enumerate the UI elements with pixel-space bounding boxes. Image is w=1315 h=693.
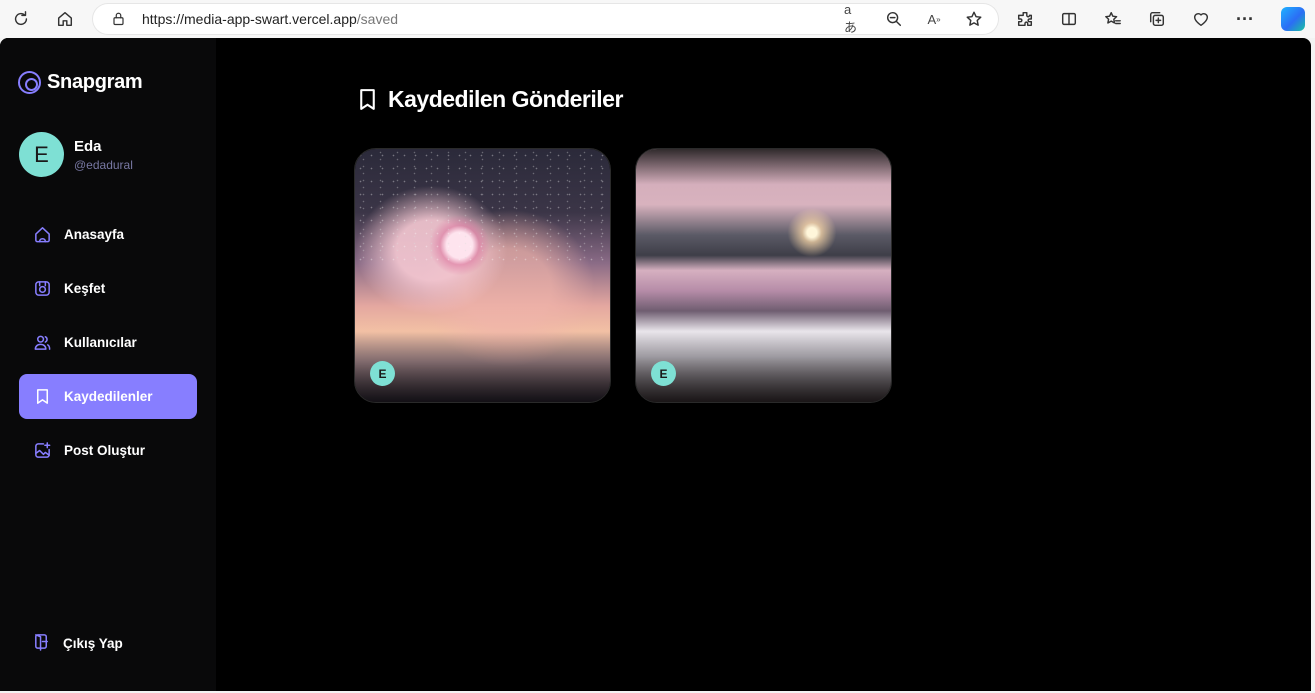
zoom-out-icon[interactable] [884,9,904,29]
snapgram-logo-icon [18,71,41,94]
address-bar[interactable]: https://media-app-swart.vercel.app/saved… [93,2,998,35]
lock-icon [111,11,126,31]
split-screen-icon[interactable] [1058,8,1080,30]
sidebar-item-kaydedilenler[interactable]: Kaydedilenler [19,374,197,419]
main-content: Kaydedilen Gönderiler E E [216,38,1311,691]
sidebar-item-label: Anasayfa [64,227,125,242]
profile-handle: @edadural [74,157,133,172]
app-name: Snapgram [47,71,143,93]
sidebar-item-kullanicilar[interactable]: Kullanıcılar [19,320,197,365]
profile-name: Eda [74,137,102,155]
logout-icon [32,632,51,656]
saved-post-card[interactable]: E [635,148,892,403]
more-options-icon[interactable]: ··· [1234,8,1256,30]
sidebar-item-label: Kaydedilenler [64,389,153,404]
app-logo[interactable]: Snapgram [18,71,143,94]
favorites-icon[interactable] [1102,8,1124,30]
sidebar-item-label: Keşfet [64,281,106,296]
saved-post-card[interactable]: E [354,148,611,403]
sidebar-menu: Anasayfa Keşfet Kullanıcılar Kaydedilenl… [19,212,197,482]
page-header: Kaydedilen Gönderiler [355,86,623,113]
sidebar-item-anasayfa[interactable]: Anasayfa [19,212,197,257]
saved-posts-grid: E E [354,148,892,403]
translate-icon[interactable]: aあ [844,2,864,35]
avatar[interactable]: E [19,132,64,177]
sidebar-item-post-olustur[interactable]: Post Oluştur [19,428,197,473]
left-sidebar: Snapgram E Eda @edadural Anasayfa Keşfet… [0,38,216,691]
favorite-star-icon[interactable] [964,9,984,29]
page-title: Kaydedilen Gönderiler [388,86,623,112]
copilot-icon[interactable] [1281,7,1305,31]
sidebar-item-label: Post Oluştur [64,443,146,458]
read-aloud-icon[interactable]: A» [924,9,944,29]
collections-icon[interactable] [1146,8,1168,30]
sidebar-item-kesfet[interactable]: Keşfet [19,266,197,311]
extensions-icon[interactable] [1014,8,1036,30]
refresh-icon[interactable] [10,8,32,30]
logout-button[interactable]: Çıkış Yap [19,621,197,666]
profile-card[interactable]: E Eda @edadural [19,132,133,177]
sidebar-item-label: Kullanıcılar [64,335,137,350]
users-icon [32,333,52,353]
bookmark-title-icon [360,89,375,110]
browser-essentials-icon[interactable] [1190,8,1212,30]
app-window: Snapgram E Eda @edadural Anasayfa Keşfet… [0,38,1311,691]
url-text: https://media-app-swart.vercel.app/saved [142,11,398,27]
url-host: https://media-app-swart.vercel.app [142,11,357,27]
post-author-avatar[interactable]: E [651,361,676,386]
home-icon [32,225,52,245]
explore-icon [32,279,52,299]
home-browser-icon[interactable] [54,8,76,30]
bookmark-icon [32,387,52,407]
post-author-avatar[interactable]: E [370,361,395,386]
browser-toolbar: https://media-app-swart.vercel.app/saved… [0,0,1315,38]
create-post-icon [32,441,52,461]
logout-label: Çıkış Yap [63,636,123,651]
url-path: /saved [356,11,399,27]
